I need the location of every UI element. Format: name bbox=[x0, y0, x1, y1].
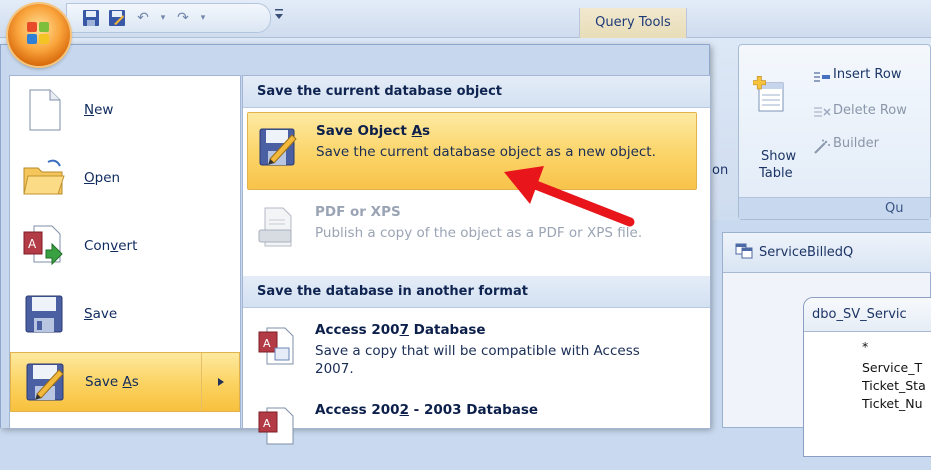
builder-button[interactable]: Builder bbox=[833, 136, 879, 151]
save-object-as-title: Save Object As bbox=[316, 123, 431, 139]
save-label: Save bbox=[84, 306, 118, 322]
delete-rows-button[interactable]: Delete Row bbox=[833, 103, 907, 118]
open-folder-icon bbox=[22, 156, 66, 200]
field-item[interactable]: Service_T bbox=[804, 359, 931, 377]
builder-icon bbox=[813, 139, 831, 159]
save-as-icon[interactable] bbox=[107, 8, 127, 28]
access-2007-database-title: Access 2007 Database bbox=[315, 322, 486, 338]
section-header: Save the current database object bbox=[243, 76, 710, 108]
query-icon bbox=[735, 243, 753, 263]
save-as-command[interactable]: Save As bbox=[10, 352, 240, 412]
save-icon[interactable] bbox=[81, 8, 101, 28]
save-object-as-item[interactable]: Save Object As Save the current database… bbox=[247, 112, 697, 190]
document-tab-title: ServiceBilledQ bbox=[759, 245, 854, 260]
submenu-arrow-icon bbox=[201, 353, 239, 411]
save-command[interactable]: Save bbox=[10, 284, 240, 344]
convert-label: Convert bbox=[84, 238, 138, 254]
save-as-label: Save As bbox=[85, 374, 139, 390]
new-label: New bbox=[84, 102, 114, 118]
open-command[interactable]: Open bbox=[10, 148, 240, 208]
office-menu: New Open A Convert Save Save As Save the… bbox=[0, 44, 711, 445]
access-2007-database-description: Save a copy that will be compatible with… bbox=[315, 343, 640, 377]
show-table-label-2: Table bbox=[759, 166, 793, 181]
redo-dropdown-icon[interactable]: ▾ bbox=[199, 8, 207, 28]
save-as-icon bbox=[23, 360, 67, 404]
access-2007-database-item[interactable]: A Access 2007 Database Save a copy that … bbox=[247, 312, 697, 390]
svg-text:A: A bbox=[263, 337, 271, 350]
delete-rows-icon bbox=[813, 105, 831, 123]
insert-rows-icon bbox=[813, 70, 831, 88]
save-icon bbox=[22, 292, 66, 336]
query-design-area: ServiceBilledQ dbo_SV_Servic * Service_T… bbox=[722, 232, 931, 457]
new-document-icon bbox=[22, 88, 66, 132]
pdf-xps-description: Publish a copy of the object as a PDF or… bbox=[315, 225, 643, 241]
query-tools-context-tab[interactable]: Query Tools bbox=[579, 8, 687, 38]
insert-rows-button[interactable]: Insert Row bbox=[833, 67, 901, 82]
save-object-as-icon bbox=[258, 125, 300, 169]
document-tab[interactable]: ServiceBilledQ bbox=[723, 233, 931, 273]
redo-icon[interactable]: ↷ bbox=[173, 8, 193, 28]
save-object-as-description: Save the current database object as a ne… bbox=[316, 144, 656, 160]
quick-access-toolbar: ↶ ▾ ↷ ▾ bbox=[66, 3, 271, 33]
access-2002-2003-database-item[interactable]: A Access 2002 - 2003 Database bbox=[247, 392, 697, 470]
office-button[interactable] bbox=[8, 4, 70, 66]
office-menu-commands: New Open A Convert Save Save As bbox=[9, 75, 241, 429]
svg-text:A: A bbox=[263, 417, 271, 430]
show-table-label-1: Show bbox=[761, 149, 797, 164]
show-table-icon bbox=[752, 75, 787, 119]
section-header: Save the database in another format bbox=[243, 276, 710, 308]
open-label: Open bbox=[84, 170, 121, 186]
save-as-submenu: Save the current database object Save Ob… bbox=[242, 75, 711, 445]
new-command[interactable]: New bbox=[10, 80, 240, 140]
convert-command[interactable]: A Convert bbox=[10, 216, 240, 276]
svg-text:A: A bbox=[28, 237, 37, 251]
title-bar: ↶ ▾ ↷ ▾ Query Tools bbox=[0, 0, 931, 38]
query-setup-group: Show Table Insert Row Delete Row Builder… bbox=[738, 44, 931, 220]
ribbon-partial-text: on bbox=[712, 163, 729, 178]
office-logo-icon bbox=[27, 22, 51, 46]
pdf-xps-icon bbox=[257, 206, 299, 250]
access-2002-2003-database-icon: A bbox=[257, 404, 299, 448]
undo-icon[interactable]: ↶ bbox=[133, 8, 153, 28]
undo-dropdown-icon[interactable]: ▾ bbox=[159, 8, 167, 28]
customize-qat-icon[interactable] bbox=[274, 8, 284, 24]
field-item[interactable]: * bbox=[804, 338, 931, 356]
access-2007-database-icon: A bbox=[257, 324, 299, 368]
pdf-xps-item[interactable]: PDF or XPS Publish a copy of the object … bbox=[247, 194, 697, 272]
group-label: Qu bbox=[739, 197, 930, 219]
field-list-title: dbo_SV_Servic bbox=[804, 298, 931, 332]
field-item[interactable]: Ticket_Sta bbox=[804, 377, 931, 395]
field-item[interactable]: Ticket_Nu bbox=[804, 395, 931, 413]
access-2002-2003-database-title: Access 2002 - 2003 Database bbox=[315, 402, 539, 418]
pdf-xps-title: PDF or XPS bbox=[315, 204, 401, 220]
field-list-table[interactable]: dbo_SV_Servic * Service_T Ticket_Sta Tic… bbox=[803, 297, 931, 457]
convert-icon: A bbox=[22, 224, 66, 268]
